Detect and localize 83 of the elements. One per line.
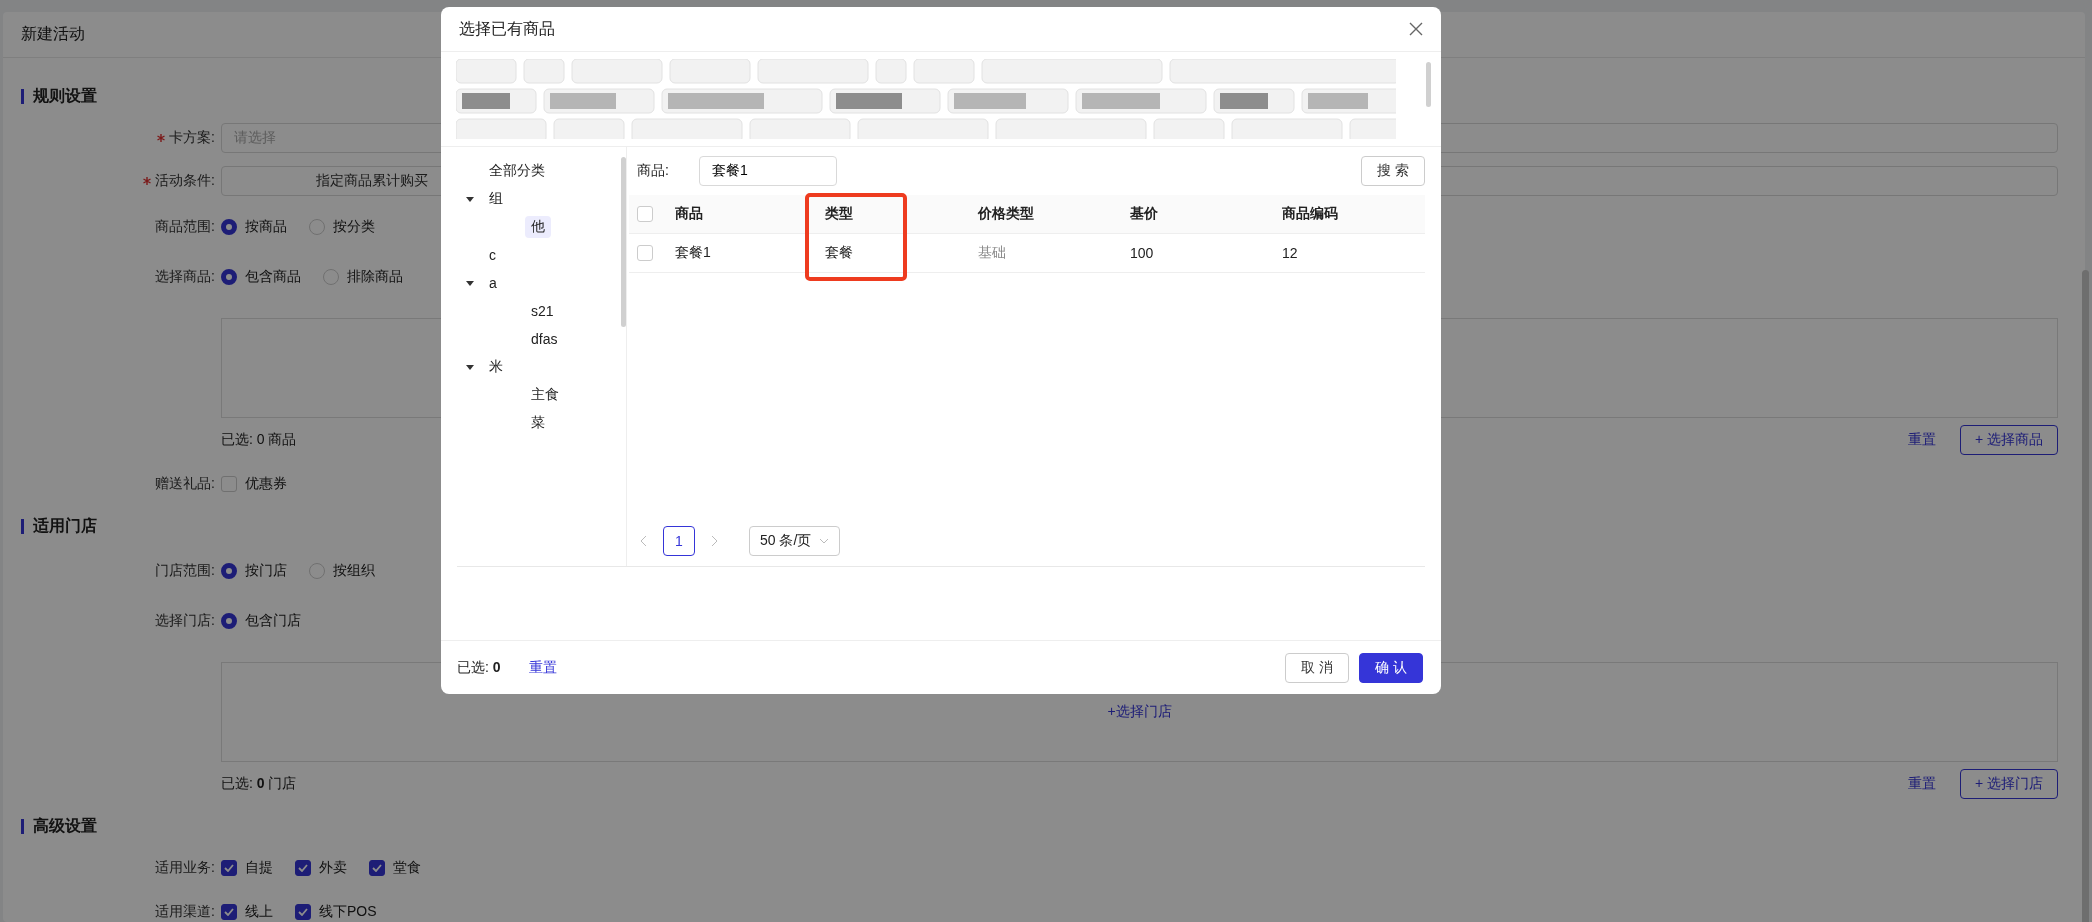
section-title: 高级设置 <box>33 815 97 836</box>
checkbox[interactable] <box>221 904 237 920</box>
checkbox[interactable] <box>295 860 311 876</box>
selected-count: 已选: 0 <box>457 658 501 677</box>
column-header: 价格类型 <box>978 205 1035 223</box>
selected-count: 已选: 0 商品 <box>221 431 297 449</box>
option-label: 线下POS <box>319 903 377 921</box>
option-label: 按组织 <box>333 562 375 580</box>
column-header: 类型 <box>825 205 854 223</box>
add-button[interactable]: + 选择门店 <box>1959 769 2058 799</box>
search-field[interactable]: 套餐1 <box>698 156 837 186</box>
section-title: 适用门店 <box>33 515 97 536</box>
scrollbar[interactable] <box>621 157 626 327</box>
radio-button[interactable] <box>221 269 237 285</box>
reset-link[interactable]: 重置 <box>528 658 557 677</box>
tree-item[interactable]: 米 <box>483 356 509 378</box>
checkmark-icon <box>298 908 308 916</box>
checkbox[interactable] <box>369 860 385 876</box>
field-label: 选择门店: <box>155 612 215 630</box>
scrollbar[interactable] <box>1426 62 1431 107</box>
column-header: 商品编码 <box>1282 205 1339 223</box>
option-label: 堂食 <box>393 859 421 877</box>
tree-item[interactable]: 菜 <box>525 412 551 434</box>
field-label: 适用业务: <box>155 859 215 877</box>
tree-item[interactable]: a <box>483 273 503 293</box>
tree-item[interactable]: dfas <box>525 329 564 349</box>
cancel-button[interactable]: 取 消 <box>1285 652 1350 683</box>
radio-button[interactable] <box>221 219 237 235</box>
option-label: 包含商品 <box>245 268 301 286</box>
column-header: 基价 <box>1130 205 1159 223</box>
tree-item[interactable]: 主食 <box>525 384 565 406</box>
caret-icon[interactable] <box>465 362 475 372</box>
tree-item[interactable]: 组 <box>483 188 509 210</box>
caret-icon[interactable] <box>465 278 475 288</box>
option-label: 优惠券 <box>245 475 287 493</box>
checkbox[interactable] <box>221 860 237 876</box>
table-cell-text: 100 <box>1130 245 1155 261</box>
selected-count: 已选: 0 门店 <box>221 775 297 793</box>
checkmark-icon <box>224 864 234 872</box>
dialog-title: 选择已有商品 <box>459 18 555 39</box>
checkmark-icon <box>372 864 382 872</box>
table-cell-text: 12 <box>1282 245 1299 261</box>
section-title: 规则设置 <box>33 85 97 106</box>
option-label: 自提 <box>245 859 273 877</box>
tree-item[interactable]: s21 <box>525 301 560 321</box>
search-label: 商品: <box>637 162 669 180</box>
table-cell-text: 套餐1 <box>675 244 712 262</box>
tree-item[interactable]: 他 <box>525 216 551 238</box>
checkmark-icon <box>298 864 308 872</box>
add-button[interactable]: + 选择商品 <box>1959 425 2058 455</box>
caret-icon[interactable] <box>465 194 475 204</box>
column-header: 商品 <box>675 205 704 223</box>
radio-button[interactable] <box>221 613 237 629</box>
option-label: 按门店 <box>245 562 287 580</box>
reset-link[interactable]: 重置 <box>1907 431 1936 449</box>
tree-item[interactable]: c <box>483 245 502 265</box>
table-cell-text: 套餐 <box>825 244 854 262</box>
scrollbar[interactable] <box>2082 270 2089 922</box>
checkbox[interactable] <box>295 904 311 920</box>
radio-button[interactable] <box>221 563 237 579</box>
option-label: 线上 <box>245 903 273 921</box>
option-label: 按分类 <box>333 218 375 236</box>
option-label: 包含门店 <box>245 612 301 630</box>
checkmark-icon <box>224 908 234 916</box>
select-store-link[interactable]: +选择门店 <box>1107 703 1172 721</box>
page-button[interactable]: 1 <box>663 526 695 556</box>
field-label: 适用渠道: <box>155 903 215 921</box>
option-label: 排除商品 <box>347 268 403 286</box>
field-label: 活动条件: <box>155 171 215 190</box>
reset-link[interactable]: 重置 <box>1907 775 1936 793</box>
field-label: 商品范围: <box>155 218 215 236</box>
option-label: 按商品 <box>245 218 287 236</box>
field-label: 选择商品: <box>155 268 215 286</box>
option-label: 外卖 <box>319 859 347 877</box>
table-cell-text: 基础 <box>978 244 1007 262</box>
field-label: 门店范围: <box>155 562 215 580</box>
confirm-button[interactable]: 确 认 <box>1359 652 1423 683</box>
page-size-select[interactable]: 50 条/页 <box>749 526 841 556</box>
field-label: 卡方案: <box>169 128 215 147</box>
tree-item[interactable]: 全部分类 <box>483 160 551 182</box>
close-icon[interactable] <box>1409 22 1423 36</box>
field-label: 赠送礼品: <box>155 475 215 493</box>
search-button[interactable]: 搜 索 <box>1361 156 1425 186</box>
